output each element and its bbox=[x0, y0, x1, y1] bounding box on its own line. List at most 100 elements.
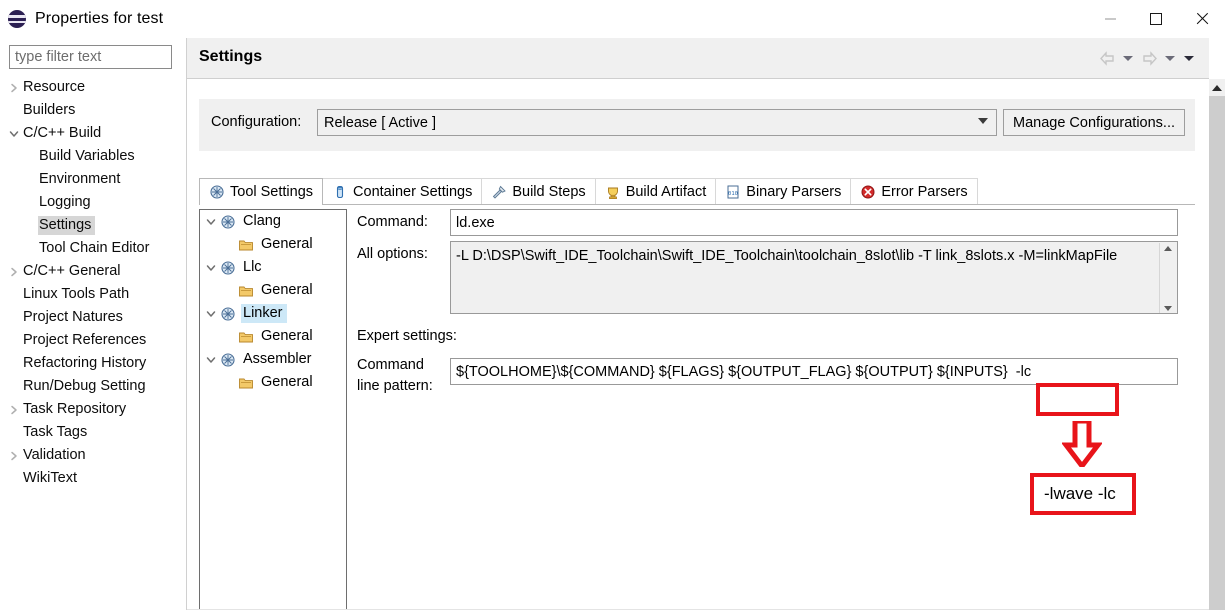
chevron-right-icon[interactable] bbox=[6, 267, 22, 277]
scroll-down-icon[interactable] bbox=[1164, 306, 1172, 311]
chevron-right-icon[interactable] bbox=[6, 83, 22, 93]
maximize-button[interactable] bbox=[1133, 0, 1179, 38]
sidebar-item-run-debug-setting[interactable]: Run/Debug Setting bbox=[0, 375, 186, 398]
sidebar-item-validation[interactable]: Validation bbox=[0, 444, 186, 467]
command-line-pattern-label: Command line pattern: bbox=[357, 355, 433, 397]
sidebar-item-environment[interactable]: Environment bbox=[0, 168, 186, 191]
tab-label: Binary Parsers bbox=[746, 183, 842, 200]
binary-parsers-icon: 010 bbox=[725, 184, 741, 200]
tool-tree-item-general[interactable]: General bbox=[200, 233, 346, 256]
tab-tool-settings[interactable]: Tool Settings bbox=[199, 178, 324, 205]
tab-build-steps[interactable]: Build Steps bbox=[481, 178, 596, 204]
sidebar-item-wikitext[interactable]: WikiText bbox=[0, 467, 186, 490]
configuration-select[interactable]: Release [ Active ] bbox=[317, 109, 997, 136]
tool-tree-item-general[interactable]: General bbox=[200, 279, 346, 302]
sidebar-item-label: Validation bbox=[23, 447, 86, 463]
container-icon bbox=[332, 184, 348, 200]
sidebar-item-label: Settings bbox=[38, 216, 96, 235]
tool-tree-item-label: Clang bbox=[243, 213, 281, 229]
tab-label: Build Steps bbox=[512, 183, 586, 200]
sidebar-item-logging[interactable]: Logging bbox=[0, 191, 186, 214]
scrollbar-up-icon[interactable] bbox=[1209, 79, 1225, 96]
all-options-textarea[interactable]: -L D:\DSP\Swift_IDE_Toolchain\Swift_IDE_… bbox=[450, 241, 1178, 314]
sidebar-item-label: WikiText bbox=[23, 470, 77, 486]
sidebar-item-label: Builders bbox=[23, 102, 76, 118]
folder-icon bbox=[238, 283, 254, 299]
all-options-value: -L D:\DSP\Swift_IDE_Toolchain\Swift_IDE_… bbox=[456, 248, 1118, 264]
tab-binary-parsers[interactable]: 010 Binary Parsers bbox=[715, 178, 852, 204]
tool-tree-item-general[interactable]: General bbox=[200, 371, 346, 394]
tool-tree-item-clang[interactable]: Clang bbox=[200, 210, 346, 233]
settings-tree[interactable]: Resource Builders C/C++ Build Build Variabl… bbox=[0, 76, 186, 610]
settings-page-body: Configuration: Release [ Active ] Manage… bbox=[187, 79, 1209, 610]
sidebar-item-c-c-build[interactable]: C/C++ Build bbox=[0, 122, 186, 145]
sidebar-item-label: Run/Debug Setting bbox=[23, 378, 146, 394]
tool-icon bbox=[220, 306, 236, 322]
tab-container-settings[interactable]: Container Settings bbox=[322, 178, 483, 204]
back-arrow-icon[interactable] bbox=[1097, 48, 1117, 68]
configuration-label: Configuration: bbox=[211, 114, 302, 130]
page-scrollbar[interactable] bbox=[1209, 79, 1225, 610]
sidebar-item-task-repository[interactable]: Task Repository bbox=[0, 398, 186, 421]
tab-build-artifact[interactable]: Build Artifact bbox=[594, 178, 717, 204]
tool-tree-item-label: Linker bbox=[241, 304, 287, 323]
command-label: Command: bbox=[357, 214, 428, 230]
configuration-panel: Configuration: Release [ Active ] Manage… bbox=[199, 99, 1195, 151]
tool-tree-item-general[interactable]: General bbox=[200, 325, 346, 348]
tool-tree-item-llc[interactable]: Llc bbox=[200, 256, 346, 279]
tool-tree[interactable]: Clang General Llc General Linker General Assem… bbox=[199, 209, 347, 610]
sidebar-item-label: Build Variables bbox=[39, 148, 135, 164]
filter-input[interactable] bbox=[9, 45, 172, 69]
folder-icon bbox=[238, 329, 254, 345]
tool-icon bbox=[220, 214, 236, 230]
minimize-button[interactable] bbox=[1087, 0, 1133, 38]
forward-arrow-icon[interactable] bbox=[1139, 48, 1159, 68]
tab-strip: Tool Settings Container Settings Build Ste… bbox=[199, 178, 1195, 205]
scrollbar-track[interactable] bbox=[1209, 96, 1225, 610]
sidebar-item-label: Project Natures bbox=[23, 309, 123, 325]
tool-settings-icon bbox=[209, 184, 225, 200]
sidebar-item-tool-chain-editor[interactable]: Tool Chain Editor bbox=[0, 237, 186, 260]
all-options-scrollbar[interactable] bbox=[1159, 243, 1176, 313]
tool-tree-item-label: General bbox=[261, 236, 313, 252]
view-menu-dropdown-icon[interactable] bbox=[1181, 48, 1197, 68]
chevron-down-icon[interactable] bbox=[202, 309, 220, 319]
sidebar-item-task-tags[interactable]: Task Tags bbox=[0, 421, 186, 444]
sidebar-item-project-natures[interactable]: Project Natures bbox=[0, 306, 186, 329]
sidebar-item-settings[interactable]: Settings bbox=[0, 214, 186, 237]
tab-error-parsers[interactable]: Error Parsers bbox=[850, 178, 978, 204]
tool-icon bbox=[220, 260, 236, 276]
chevron-down-icon[interactable] bbox=[6, 129, 22, 139]
command-input[interactable] bbox=[450, 209, 1178, 236]
tool-tree-item-linker[interactable]: Linker bbox=[200, 302, 346, 325]
sidebar-item-label: Project References bbox=[23, 332, 147, 348]
sidebar-item-label: C/C++ Build bbox=[23, 125, 102, 141]
forward-dropdown-icon[interactable] bbox=[1162, 48, 1178, 68]
back-dropdown-icon[interactable] bbox=[1120, 48, 1136, 68]
sidebar-item-build-variables[interactable]: Build Variables bbox=[0, 145, 186, 168]
tool-tree-item-assembler[interactable]: Assembler bbox=[200, 348, 346, 371]
sidebar-item-label: Task Repository bbox=[23, 401, 127, 417]
sidebar-item-c-c-general[interactable]: C/C++ General bbox=[0, 260, 186, 283]
sidebar-item-refactoring-history[interactable]: Refactoring History bbox=[0, 352, 186, 375]
chevron-down-icon bbox=[978, 118, 988, 124]
sidebar-item-resource[interactable]: Resource bbox=[0, 76, 186, 99]
chevron-down-icon[interactable] bbox=[202, 355, 220, 365]
chevron-down-icon[interactable] bbox=[202, 217, 220, 227]
scroll-up-icon[interactable] bbox=[1164, 246, 1172, 251]
pattern-label-line2: line pattern: bbox=[357, 378, 433, 394]
sidebar-item-builders[interactable]: Builders bbox=[0, 99, 186, 122]
manage-configurations-button[interactable]: Manage Configurations... bbox=[1003, 109, 1186, 136]
chevron-right-icon[interactable] bbox=[6, 405, 22, 415]
close-button[interactable] bbox=[1179, 0, 1225, 38]
window-title: Properties for test bbox=[35, 10, 164, 27]
sidebar-item-project-references[interactable]: Project References bbox=[0, 329, 186, 352]
sidebar-item-label: Task Tags bbox=[23, 424, 88, 440]
command-line-pattern-input[interactable] bbox=[450, 358, 1178, 385]
sidebar-item-linux-tools-path[interactable]: Linux Tools Path bbox=[0, 283, 186, 306]
chevron-right-icon[interactable] bbox=[6, 451, 22, 461]
chevron-down-icon[interactable] bbox=[202, 263, 220, 273]
command-row: Command: bbox=[357, 209, 1195, 237]
page-header: Settings bbox=[187, 38, 1209, 79]
header-navigation bbox=[1097, 48, 1197, 68]
